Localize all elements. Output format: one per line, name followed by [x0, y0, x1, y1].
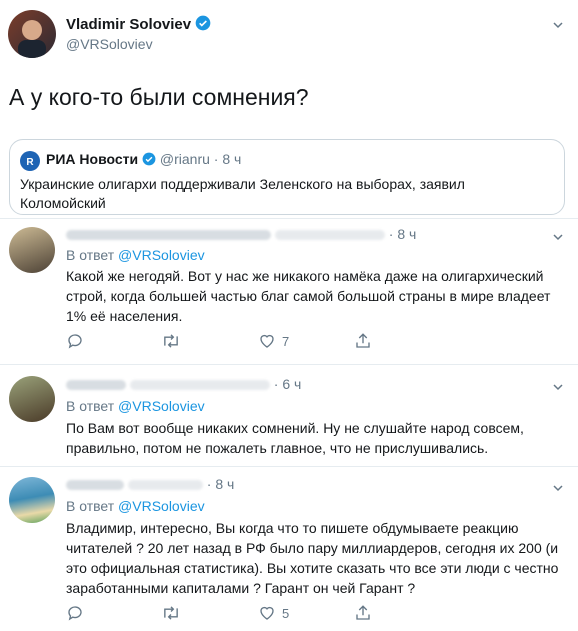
share-icon: [356, 605, 370, 620]
reply-to-label: В ответ: [66, 498, 115, 514]
redacted-username: [66, 380, 126, 391]
reply-avatar[interactable]: [9, 477, 55, 523]
retweet-icon: [164, 334, 178, 348]
redacted-handle: [127, 480, 203, 491]
author-name-row[interactable]: Vladimir Soloviev: [66, 15, 211, 35]
quoted-text-line: Коломойский: [20, 195, 106, 211]
like-count: 7: [282, 333, 290, 349]
quoted-author-name[interactable]: РИА Новости: [46, 151, 138, 167]
reply-text-line: Какой же негодяй. Вот у нас же никакого …: [66, 268, 544, 284]
reply-avatar[interactable]: [9, 376, 55, 422]
reply-text-line: правильно, потом не пожалеть главное, чт…: [66, 440, 489, 456]
reply-text-line: 1% её населения.: [66, 308, 183, 324]
share-icon: [356, 333, 370, 348]
tweet-text: А у кого-то были сомнения?: [9, 84, 309, 110]
reply-to-link[interactable]: @VRSoloviev: [118, 398, 205, 414]
redacted-username: [66, 230, 271, 241]
redacted-handle: [129, 380, 270, 391]
retweet-button[interactable]: [161, 332, 181, 350]
chevron-down-icon[interactable]: [552, 380, 564, 392]
reply-to-link[interactable]: @VRSoloviev: [118, 247, 205, 263]
reply-actions: 5: [66, 604, 396, 624]
avatar-photo: [18, 20, 46, 58]
divider: [0, 466, 578, 467]
author-avatar[interactable]: [8, 10, 56, 58]
reply-text-line: это официальная статистика). Вы хотите с…: [66, 560, 559, 576]
reply-text-line: Владимир, интересно, Вы когда что то пиш…: [66, 520, 519, 536]
reply-text-line: читателей ? 20 лет назад в РФ было пару …: [66, 540, 559, 556]
quoted-handle[interactable]: @rianru: [160, 151, 210, 167]
quoted-text-line: Украинские олигархи поддерживали Зеленск…: [20, 176, 465, 192]
chevron-down-icon[interactable]: [552, 18, 564, 30]
author-name[interactable]: Vladimir Soloviev: [66, 16, 191, 33]
divider: [0, 218, 578, 219]
reply-time[interactable]: · 6 ч: [274, 376, 302, 392]
reply-header: · 8 ч: [66, 476, 234, 492]
reply-text-line: По Вам вот вообще никаких сомнений. Ну н…: [66, 420, 524, 436]
quoted-tweet[interactable]: R РИА Новости @rianru · 8 ч Украинские о…: [9, 139, 565, 215]
chevron-down-icon[interactable]: [552, 230, 564, 242]
verified-icon: [142, 152, 156, 169]
like-button[interactable]: 5: [258, 604, 289, 622]
reply-to-label: В ответ: [66, 398, 115, 414]
verified-icon: [195, 15, 211, 35]
heart-icon: [260, 606, 274, 620]
reply-actions: 7: [66, 332, 396, 352]
reply-header: · 6 ч: [66, 376, 301, 392]
like-count: 5: [282, 605, 290, 621]
retweet-button[interactable]: [161, 604, 181, 622]
share-button[interactable]: [354, 332, 372, 350]
reply-text: По Вам вот вообще никаких сомнений. Ну н…: [66, 418, 524, 458]
reply-text-line: строй, когда большей частью благ самой б…: [66, 288, 551, 304]
svg-text:R: R: [26, 157, 34, 168]
reply-text: Какой же негодяй. Вот у нас же никакого …: [66, 266, 550, 326]
divider: [0, 364, 578, 365]
reply-to-link[interactable]: @VRSoloviev: [118, 498, 205, 514]
reply-header: · 8 ч: [66, 226, 416, 242]
reply-text: Владимир, интересно, Вы когда что то пиш…: [66, 518, 558, 598]
quoted-time[interactable]: · 8 ч: [214, 151, 242, 167]
reply-to-label: В ответ: [66, 247, 115, 263]
comment-icon: [68, 606, 82, 621]
reply-time[interactable]: · 8 ч: [207, 476, 235, 492]
reply-button[interactable]: [66, 332, 84, 350]
author-handle[interactable]: @VRSoloviev: [66, 36, 153, 52]
heart-icon: [260, 334, 274, 348]
comment-icon: [68, 334, 82, 349]
ria-logo-icon: R: [20, 151, 40, 171]
reply-time[interactable]: · 8 ч: [389, 226, 417, 242]
reply-avatar[interactable]: [9, 227, 55, 273]
reply-button[interactable]: [66, 604, 84, 622]
chevron-down-icon[interactable]: [552, 481, 564, 493]
share-button[interactable]: [354, 604, 372, 622]
retweet-icon: [164, 606, 178, 620]
redacted-handle: [274, 230, 385, 241]
like-button[interactable]: 7: [258, 332, 289, 350]
reply-text-line: заработанными капиталами ? Гарант он чей…: [66, 580, 416, 596]
redacted-username: [66, 480, 124, 491]
